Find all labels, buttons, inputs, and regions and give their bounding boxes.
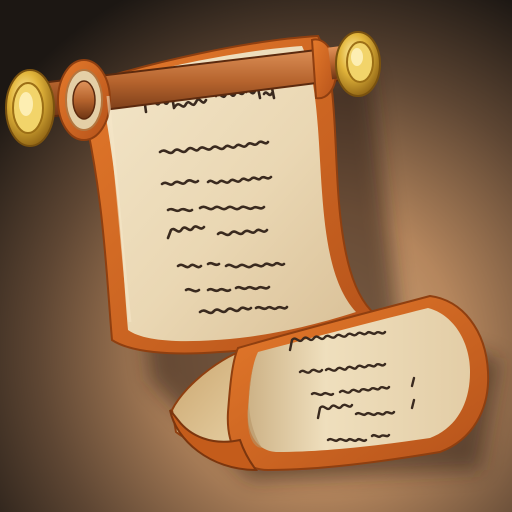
scroll-illustration <box>0 0 512 512</box>
scroll-icon <box>0 0 512 512</box>
